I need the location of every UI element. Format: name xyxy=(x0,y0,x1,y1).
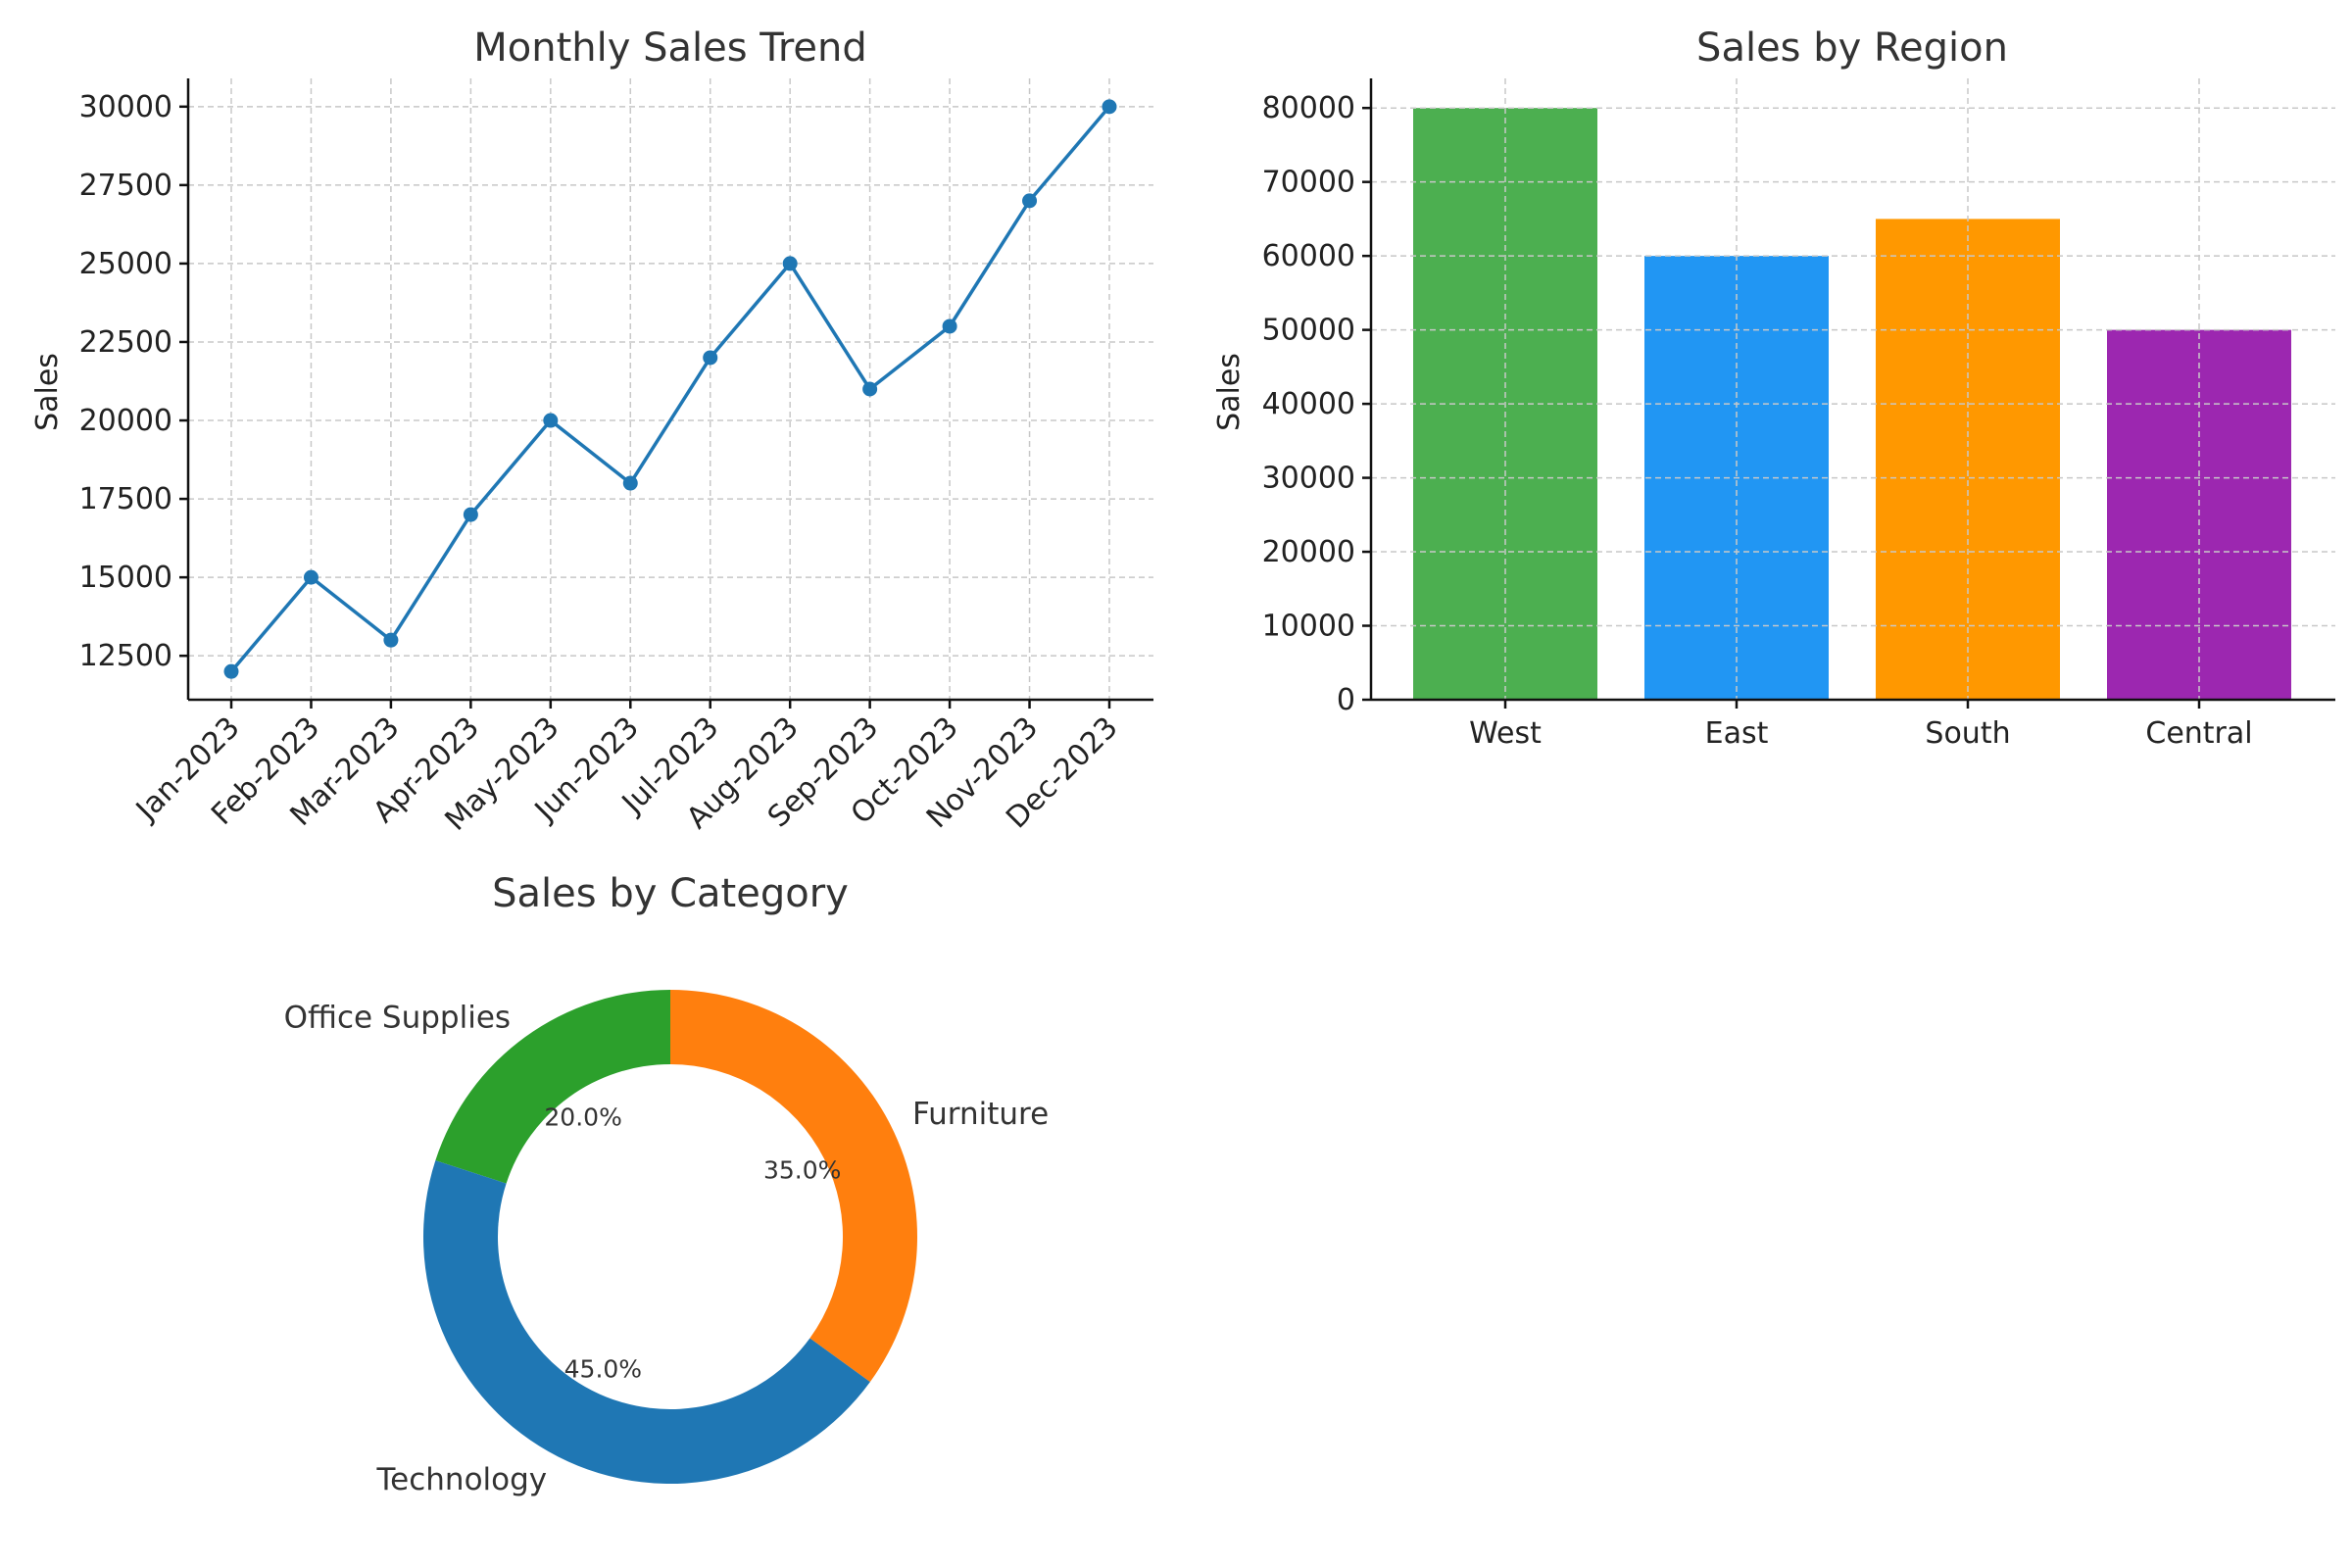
line-data-point xyxy=(862,381,878,397)
bar-y-tick-label: 20000 xyxy=(1262,535,1355,569)
sales-by-region-bar-chart: Sales by Region Sales 0 10000 20000 30000 40… xyxy=(1212,25,2335,751)
line-y-tick-label: 25000 xyxy=(79,247,172,281)
line-data-point xyxy=(383,632,399,648)
line-data-point xyxy=(463,507,478,522)
sales-by-category-donut-chart: Sales by Category Furniture 35.0% Office S… xyxy=(284,871,1050,1497)
line-chart-ylabel: Sales xyxy=(30,353,65,431)
dashboard-figure: Monthly Sales Trend Sales 12500 15000 1750… xyxy=(30,25,2335,1497)
donut-percent-label: 20.0% xyxy=(544,1103,621,1132)
line-chart-grid xyxy=(188,78,1153,700)
donut-slice-furniture xyxy=(670,990,917,1383)
bar-y-tick-label: 60000 xyxy=(1262,239,1355,273)
donut-category-label: Office Supplies xyxy=(284,1001,511,1036)
pie-chart-title: Sales by Category xyxy=(492,871,849,916)
line-data-point xyxy=(1022,193,1038,209)
line-data-point xyxy=(703,350,718,366)
line-y-tick-label: 27500 xyxy=(79,169,172,203)
line-y-tick-label: 30000 xyxy=(79,90,172,124)
line-series-points xyxy=(223,99,1117,679)
bar-x-tick-label: West xyxy=(1469,716,1542,751)
bar-y-tick-label: 10000 xyxy=(1262,610,1355,644)
bar-chart-y-ticks: 0 10000 20000 30000 40000 50000 60000 70000 8000… xyxy=(1262,91,1371,717)
donut-percent-label: 45.0% xyxy=(564,1355,642,1384)
line-chart-x-ticks: Jan-2023Feb-2023Mar-2023Apr-2023May-2023… xyxy=(128,700,1125,838)
bar-y-tick-label: 80000 xyxy=(1262,91,1355,125)
line-data-point xyxy=(303,569,318,585)
donut-slices xyxy=(423,990,917,1484)
bar-x-tick-label: Central xyxy=(2145,716,2252,751)
line-data-point xyxy=(782,256,798,271)
bar-y-tick-label: 50000 xyxy=(1262,314,1355,348)
bar-y-tick-label: 40000 xyxy=(1262,387,1355,421)
bar-chart-x-ticks: West East South Central xyxy=(1469,700,2253,751)
bar-y-tick-label: 0 xyxy=(1337,683,1355,717)
line-chart-y-ticks: 12500 15000 17500 20000 22500 25000 27500 30000 xyxy=(79,90,188,673)
line-y-tick-label: 15000 xyxy=(79,561,172,595)
donut-slice-technology xyxy=(423,1160,870,1484)
line-y-tick-label: 12500 xyxy=(79,639,172,673)
line-y-tick-label: 22500 xyxy=(79,325,172,360)
line-data-point xyxy=(1102,99,1117,115)
donut-category-label: Technology xyxy=(375,1462,547,1497)
monthly-sales-line-chart: Monthly Sales Trend Sales 12500 15000 1750… xyxy=(30,25,1153,838)
line-series-path xyxy=(229,105,1111,673)
bar-chart-title: Sales by Region xyxy=(1696,25,2008,71)
bar-chart-ylabel: Sales xyxy=(1212,353,1247,431)
donut-percent-label: 35.0% xyxy=(763,1155,841,1184)
line-y-tick-label: 20000 xyxy=(79,404,172,438)
bar-y-tick-label: 30000 xyxy=(1262,462,1355,496)
line-data-point xyxy=(622,475,638,491)
bar-x-tick-label: East xyxy=(1705,716,1769,751)
bar-y-tick-label: 70000 xyxy=(1262,166,1355,200)
line-data-point xyxy=(223,663,239,679)
bar-x-tick-label: South xyxy=(1925,716,2010,751)
donut-category-label: Furniture xyxy=(912,1097,1049,1132)
line-chart-title: Monthly Sales Trend xyxy=(473,25,867,71)
line-data-point xyxy=(543,413,559,428)
line-y-tick-label: 17500 xyxy=(79,482,172,516)
line-data-point xyxy=(942,318,957,334)
